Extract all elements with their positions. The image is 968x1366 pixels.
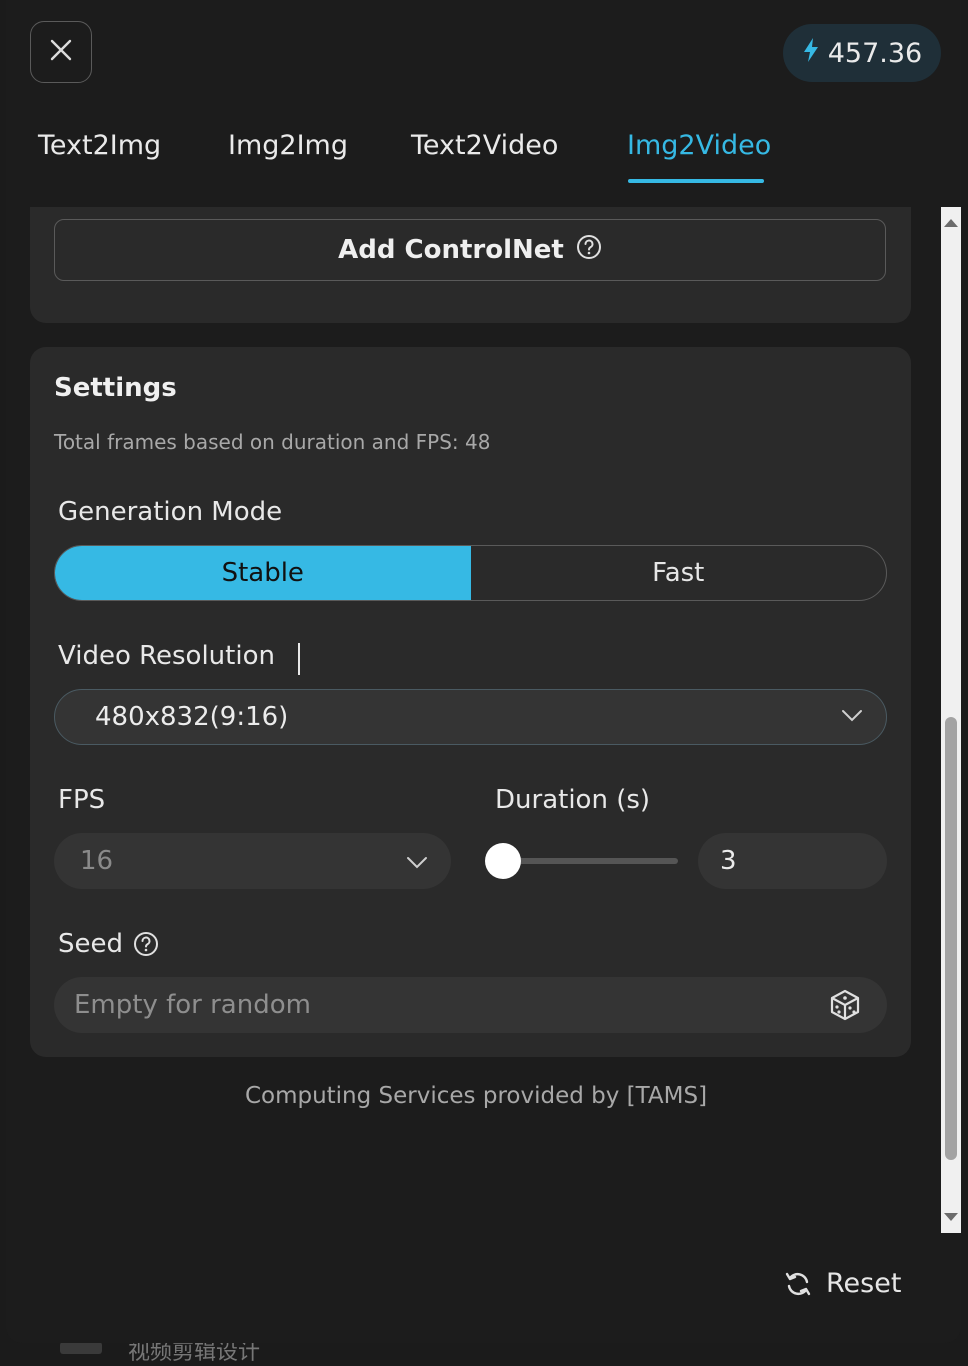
dice-icon[interactable] xyxy=(828,988,862,1022)
chevron-down-icon xyxy=(406,855,428,874)
seed-input[interactable]: Empty for random xyxy=(54,977,887,1033)
video-resolution-select[interactable]: 480x832(9:16) xyxy=(54,689,887,745)
tab-text2video[interactable]: Text2Video xyxy=(411,130,558,161)
credits-badge[interactable]: 457.36 xyxy=(783,24,941,82)
reset-label: Reset xyxy=(826,1268,902,1299)
video-resolution-label: Video Resolution xyxy=(58,641,275,671)
settings-card: Settings Total frames based on duration … xyxy=(30,347,911,1057)
active-tab-indicator xyxy=(628,179,764,183)
help-icon[interactable] xyxy=(576,234,602,267)
duration-value: 3 xyxy=(720,846,737,876)
scroll-down-arrow-icon[interactable] xyxy=(943,1209,959,1225)
duration-label: Duration (s) xyxy=(495,785,651,815)
scrollbar-thumb[interactable] xyxy=(945,717,957,1160)
mode-option-stable[interactable]: Stable xyxy=(55,546,471,600)
seed-label: Seed xyxy=(58,929,123,959)
lightning-icon xyxy=(802,37,820,70)
help-icon[interactable] xyxy=(133,931,159,957)
background-thumbnail xyxy=(60,1342,102,1354)
fps-select[interactable]: 16 xyxy=(54,833,451,889)
reset-button[interactable]: Reset xyxy=(784,1268,901,1299)
credits-value: 457.36 xyxy=(827,37,923,69)
tab-text2img[interactable]: Text2Img xyxy=(38,130,161,161)
scroll-up-arrow-icon[interactable] xyxy=(943,215,959,231)
tab-img2img[interactable]: Img2Img xyxy=(228,130,348,161)
settings-subtitle: Total frames based on duration and FPS: … xyxy=(54,430,491,454)
tab-img2video[interactable]: Img2Video xyxy=(627,130,771,161)
chevron-down-icon xyxy=(841,708,863,727)
video-resolution-value: 480x832(9:16) xyxy=(95,702,289,732)
controlnet-card: Add ControlNet xyxy=(30,207,911,323)
duration-slider-thumb[interactable] xyxy=(485,843,521,879)
duration-slider[interactable] xyxy=(485,843,678,879)
computing-services-note: Computing Services provided by [TAMS] xyxy=(244,1083,708,1109)
seed-label-row: Seed xyxy=(58,929,159,959)
settings-title: Settings xyxy=(54,373,177,403)
mode-tabs: Text2Img Img2Img Text2Video Img2Video xyxy=(6,120,946,190)
scrollbar[interactable] xyxy=(941,207,961,1233)
generation-panel: 457.36 Text2Img Img2Img Text2Video Img2V… xyxy=(6,0,961,1343)
add-controlnet-button[interactable]: Add ControlNet xyxy=(54,219,886,281)
close-button[interactable] xyxy=(30,21,92,83)
mode-option-fast[interactable]: Fast xyxy=(471,546,887,600)
generation-mode-label: Generation Mode xyxy=(58,497,283,527)
seed-placeholder: Empty for random xyxy=(74,990,311,1020)
duration-input[interactable]: 3 xyxy=(698,833,887,889)
generation-mode-toggle: Stable Fast xyxy=(54,545,887,601)
text-cursor xyxy=(298,643,300,675)
refresh-icon xyxy=(784,1270,812,1298)
fps-label: FPS xyxy=(58,785,106,815)
close-icon xyxy=(49,38,73,66)
add-controlnet-label: Add ControlNet xyxy=(338,235,564,265)
fps-value: 16 xyxy=(80,846,114,876)
